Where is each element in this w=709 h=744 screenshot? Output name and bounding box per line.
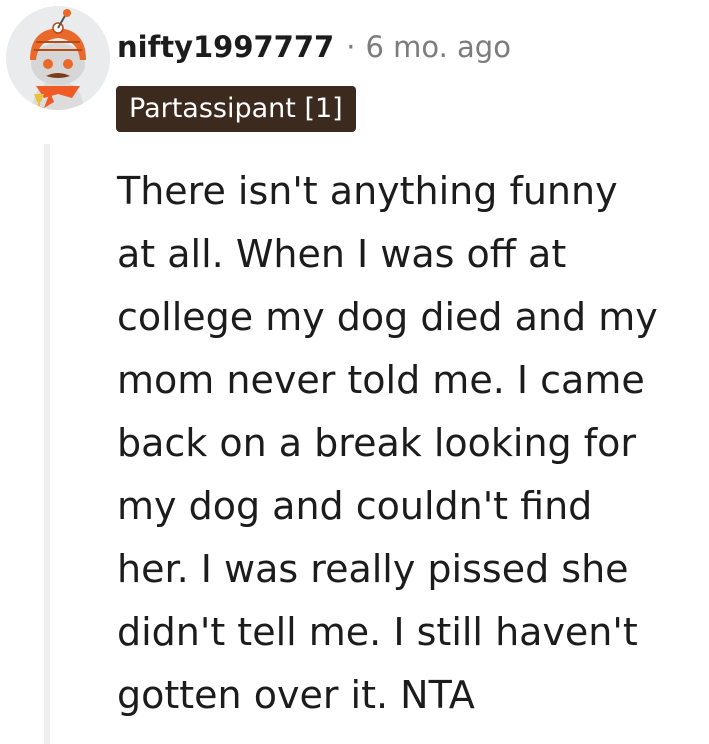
comment-meta: nifty1997777 · 6 mo. ago xyxy=(117,24,511,70)
meta-separator: · xyxy=(346,30,356,64)
user-flair-badge: Partassipant [1] xyxy=(116,86,356,132)
thread-collapse-line[interactable] xyxy=(44,144,50,744)
comment-body-text: There isn't anything funny at all. When … xyxy=(117,169,658,717)
user-avatar[interactable] xyxy=(6,6,110,110)
author-username[interactable]: nifty1997777 xyxy=(117,30,334,64)
comment-timestamp[interactable]: 6 mo. ago xyxy=(365,30,511,64)
snoo-avatar-icon xyxy=(6,6,110,110)
